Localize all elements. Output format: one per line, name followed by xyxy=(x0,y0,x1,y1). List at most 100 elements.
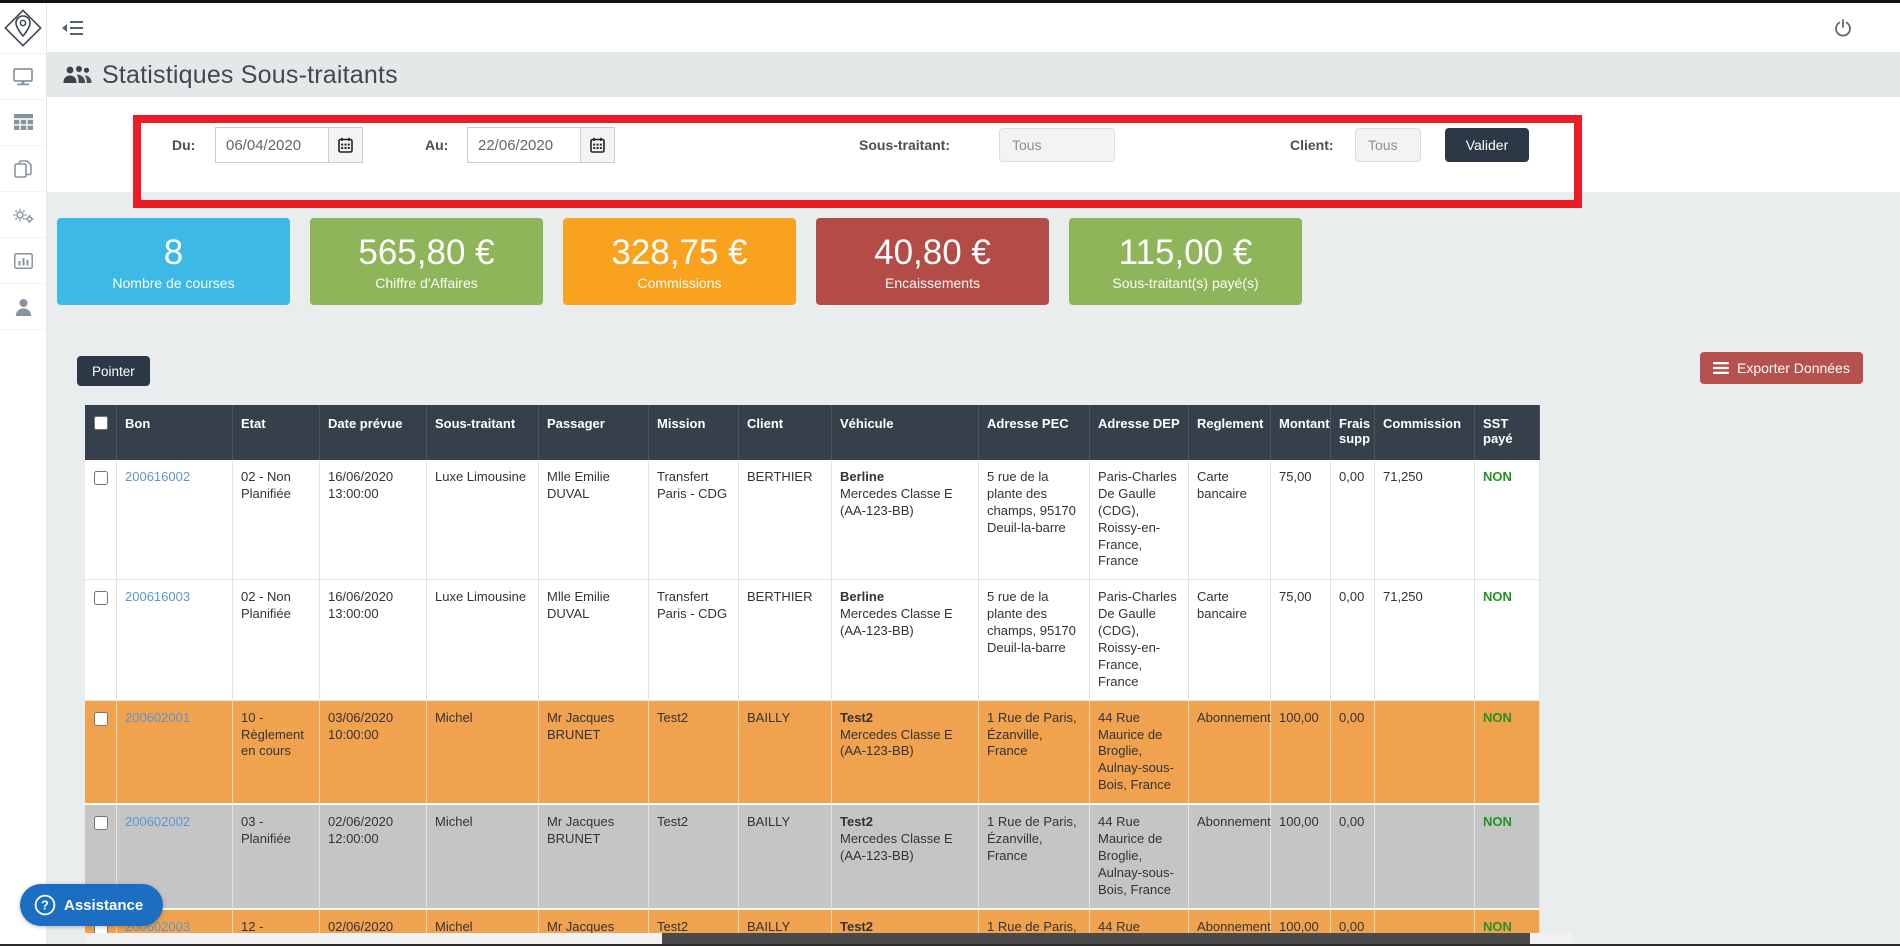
stat-card-value: 565,80 € xyxy=(358,233,494,273)
adresse-dep-cell: Paris-Charles De Gaulle (CDG), Roissy-en… xyxy=(1090,460,1189,580)
mission-cell: Transfert Paris - CDG xyxy=(649,580,739,700)
sidebar-toggle-icon[interactable] xyxy=(62,18,84,38)
row-select-cell xyxy=(85,580,117,700)
stat-card-value: 115,00 € xyxy=(1119,233,1253,273)
date-prevue-cell: 16/06/2020 13:00:00 xyxy=(320,460,427,580)
bon-link[interactable]: 200602002 xyxy=(125,814,190,829)
table-row: 200602001 10 - Règlement en cours03/06/20… xyxy=(85,701,1540,805)
question-circle-icon: ? xyxy=(34,894,56,916)
stat-card-label: Commissions xyxy=(637,275,721,291)
client-cell: BERTHIER xyxy=(739,580,832,700)
bon-link[interactable]: 200616003 xyxy=(125,589,190,604)
date-prevue-cell: 03/06/2020 10:00:00 xyxy=(320,701,427,805)
du-label: Du: xyxy=(172,127,195,163)
montant-cell: 75,00 xyxy=(1271,460,1331,580)
stat-card-label: Nombre de courses xyxy=(112,275,234,291)
soustraitant-cell: Michel xyxy=(427,701,539,805)
client-cell: BERTHIER xyxy=(739,460,832,580)
sidebar-item-user[interactable] xyxy=(0,284,46,330)
reglement-cell: Abonnement xyxy=(1189,701,1271,805)
bookings-table-container: BonEtatDate prévueSous-traitantPassagerM… xyxy=(85,405,1572,946)
table-row: 20060200203 - Planifiée02/06/2020 12:00:… xyxy=(85,805,1540,909)
etat-cell: 02 - Non Planifiée xyxy=(233,580,320,700)
date-to-input[interactable] xyxy=(467,127,581,163)
commission-cell: 71,250 xyxy=(1375,580,1475,700)
client-select[interactable]: Tous xyxy=(1355,128,1421,162)
date-from-calendar-button[interactable] xyxy=(329,127,363,163)
adresse-pec-cell: 1 Rue de Paris, Ézanville, France xyxy=(979,805,1090,909)
etat-cell: 10 - Règlement en cours xyxy=(233,701,320,805)
sidebar-item-bar-chart[interactable] xyxy=(0,238,46,284)
pointer-button[interactable]: Pointer xyxy=(77,356,150,386)
sidebar-item-table[interactable] xyxy=(0,100,46,146)
bon-link[interactable]: 200602001 xyxy=(125,710,190,725)
column-header: Véhicule xyxy=(832,405,979,460)
mission-cell: Transfert Paris - CDG xyxy=(649,460,739,580)
client-cell: BAILLY xyxy=(739,805,832,909)
column-header: SST payé xyxy=(1475,405,1540,460)
column-header: Adresse DEP xyxy=(1090,405,1189,460)
sst-paye-cell: NON xyxy=(1475,701,1540,805)
column-header: Client xyxy=(739,405,832,460)
sst-paye-cell: NON xyxy=(1475,580,1540,700)
valider-button[interactable]: Valider xyxy=(1445,128,1529,162)
bookings-table: BonEtatDate prévueSous-traitantPassagerM… xyxy=(85,405,1540,946)
row-select-cell xyxy=(85,701,117,805)
row-checkbox[interactable] xyxy=(94,712,108,726)
sidebar-item-copy[interactable] xyxy=(0,146,46,192)
vehicule-type: Test2 xyxy=(840,710,970,727)
power-icon[interactable] xyxy=(1834,19,1852,37)
commission-cell xyxy=(1375,805,1475,909)
svg-text:?: ? xyxy=(41,898,49,912)
vehicule-type: Test2 xyxy=(840,814,970,831)
bon-cell: 200602001 xyxy=(117,701,233,805)
filter-bar: Du: Au: Sous-traitant: Tous Client: Tous… xyxy=(47,97,1900,192)
main-content: Statistiques Sous-traitants Du: Au: Sous… xyxy=(47,53,1900,946)
stat-cards: 8Nombre de courses565,80 €Chiffre d'Affa… xyxy=(57,218,1317,305)
mission-cell: Test2 xyxy=(649,805,739,909)
sst-paye-cell: NON xyxy=(1475,460,1540,580)
row-checkbox[interactable] xyxy=(94,471,108,485)
vehicule-type: Berline xyxy=(840,589,970,606)
montant-cell: 100,00 xyxy=(1271,805,1331,909)
page-title: Statistiques Sous-traitants xyxy=(102,61,398,90)
assistance-button[interactable]: ? Assistance xyxy=(20,884,163,926)
soustraitant-cell: Luxe Limousine xyxy=(427,460,539,580)
bon-link[interactable]: 200616002 xyxy=(125,469,190,484)
date-from-input[interactable] xyxy=(215,127,329,163)
app-logo xyxy=(0,3,46,54)
sidebar-item-cogs[interactable] xyxy=(0,192,46,238)
passager-cell: Mlle Emilie DUVAL xyxy=(539,460,649,580)
column-header: Bon xyxy=(117,405,233,460)
column-header: Frais supp xyxy=(1331,405,1375,460)
horizontal-scrollbar-thumb[interactable] xyxy=(662,933,1530,944)
row-checkbox[interactable] xyxy=(94,816,108,830)
row-checkbox[interactable] xyxy=(94,591,108,605)
export-data-button[interactable]: Exporter Données xyxy=(1700,352,1863,384)
calendar-icon xyxy=(338,137,353,153)
table-row: 20061600202 - Non Planifiée16/06/2020 13… xyxy=(85,460,1540,580)
table-row: 200616003 02 - Non Planifiée16/06/2020 13… xyxy=(85,580,1540,700)
soustraitant-label: Sous-traitant: xyxy=(859,127,950,163)
column-header: Reglement xyxy=(1189,405,1271,460)
column-header: Montant xyxy=(1271,405,1331,460)
montant-cell: 75,00 xyxy=(1271,580,1331,700)
adresse-pec-cell: 1 Rue de Paris, Ézanville, France xyxy=(979,701,1090,805)
column-header: Date prévue xyxy=(320,405,427,460)
soustraitant-cell: Luxe Limousine xyxy=(427,580,539,700)
select-all-header-cell xyxy=(85,405,117,460)
date-to-calendar-button[interactable] xyxy=(581,127,615,163)
date-prevue-cell: 16/06/2020 13:00:00 xyxy=(320,580,427,700)
vehicule-type: Berline xyxy=(840,469,970,486)
reglement-cell: Carte bancaire xyxy=(1189,460,1271,580)
soustraitant-select[interactable]: Tous xyxy=(999,128,1115,162)
select-all-checkbox[interactable] xyxy=(94,416,108,430)
mission-cell: Test2 xyxy=(649,701,739,805)
frais-supp-cell: 0,00 xyxy=(1331,580,1375,700)
stat-card-value: 328,75 € xyxy=(611,233,747,273)
sidebar-nav xyxy=(0,54,46,330)
screenshot-top-border xyxy=(0,0,1900,3)
sidebar-item-desktop[interactable] xyxy=(0,54,46,100)
map-pin-diamond-logo-icon xyxy=(2,5,44,51)
passager-cell: Mr Jacques BRUNET xyxy=(539,805,649,909)
